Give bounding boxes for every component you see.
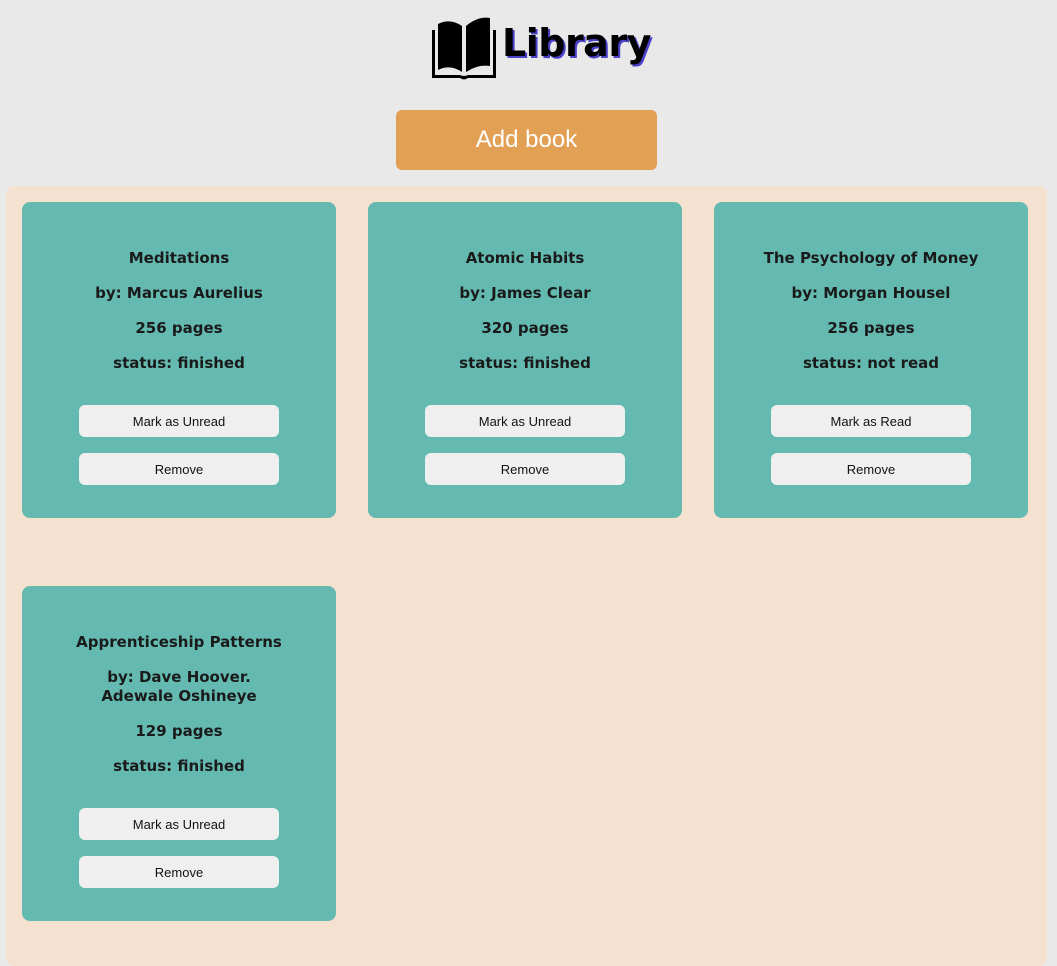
- book-author: by: Marcus Aurelius: [95, 284, 263, 302]
- book-author: by: James Clear: [459, 284, 591, 302]
- book-card: Atomic Habits by: James Clear 320 pages …: [368, 202, 682, 518]
- book-pages: 256 pages: [827, 319, 915, 337]
- remove-button[interactable]: Remove: [79, 453, 279, 485]
- book-author: by: Morgan Housel: [791, 284, 951, 302]
- open-book-icon: [432, 17, 496, 80]
- remove-button[interactable]: Remove: [771, 453, 971, 485]
- book-pages: 256 pages: [135, 319, 223, 337]
- page-title: Library: [502, 21, 651, 65]
- book-title: Atomic Habits: [465, 249, 585, 267]
- book-author: by: Dave Hoover. Adewale Oshineye: [101, 668, 257, 705]
- book-pages: 129 pages: [135, 722, 223, 740]
- book-title: Meditations: [128, 249, 230, 267]
- toggle-read-button[interactable]: Mark as Unread: [79, 405, 279, 437]
- book-title: Apprenticeship Patterns: [76, 633, 282, 651]
- remove-button[interactable]: Remove: [425, 453, 625, 485]
- add-book-button[interactable]: Add book: [396, 110, 657, 170]
- remove-button[interactable]: Remove: [79, 856, 279, 888]
- book-status: status: not read: [802, 354, 940, 372]
- book-card: Meditations by: Marcus Aurelius 256 page…: [22, 202, 336, 518]
- library-grid: Meditations by: Marcus Aurelius 256 page…: [6, 186, 1047, 966]
- book-card: Apprenticeship Patterns by: Dave Hoover.…: [22, 586, 336, 921]
- book-title: The Psychology of Money: [763, 249, 979, 267]
- book-pages: 320 pages: [481, 319, 569, 337]
- toggle-read-button[interactable]: Mark as Unread: [79, 808, 279, 840]
- toggle-read-button[interactable]: Mark as Read: [771, 405, 971, 437]
- book-card: The Psychology of Money by: Morgan House…: [714, 202, 1028, 518]
- book-status: status: finished: [113, 757, 245, 775]
- book-status: status: finished: [459, 354, 591, 372]
- book-status: status: finished: [113, 354, 245, 372]
- header: Library: [0, 0, 1057, 90]
- toggle-read-button[interactable]: Mark as Unread: [425, 405, 625, 437]
